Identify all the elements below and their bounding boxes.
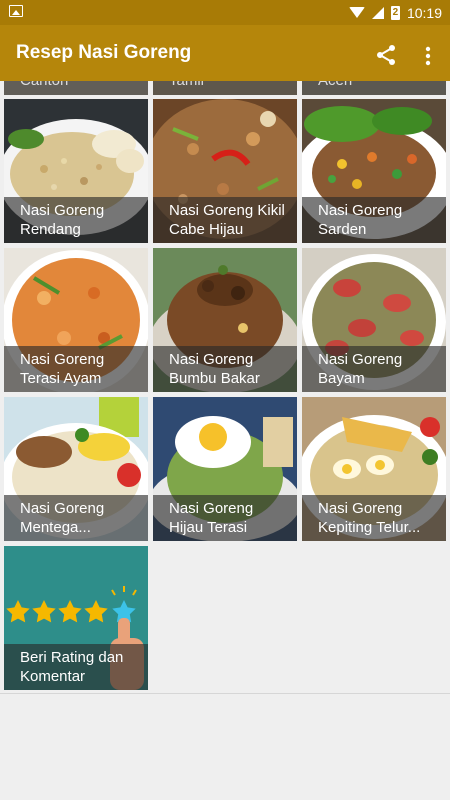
status-bar: 2 10:19 <box>0 0 450 25</box>
recipe-title: Nasi Goreng Kikil Cabe Hijau <box>169 202 285 238</box>
recipe-tile[interactable]: Nasi Goreng Sarden <box>302 99 446 243</box>
recipe-title: Nasi Goreng Bumbu Bakar <box>169 351 260 387</box>
recipe-title: Nasi Goreng Sarden <box>318 202 403 238</box>
partial-tile[interactable]: Aceh <box>302 81 446 95</box>
recipe-tile[interactable]: Nasi Goreng Mentega... <box>4 397 148 541</box>
battery-icon: 2 <box>390 5 400 20</box>
share-icon[interactable] <box>374 43 398 67</box>
recipe-title: Nasi Goreng Mentega... <box>20 500 105 536</box>
partial-tile[interactable]: Tamil <box>153 81 297 95</box>
recipe-title: Nasi Goreng Rendang <box>20 202 105 238</box>
more-options-icon[interactable] <box>418 44 438 68</box>
gallery-notification-icon <box>9 5 23 17</box>
partial-tile[interactable]: Canton <box>4 81 148 95</box>
recipe-tile[interactable]: Nasi Goreng Bayam <box>302 248 446 392</box>
recipe-tile[interactable]: Nasi Goreng Terasi Ayam <box>4 248 148 392</box>
rate-app-label: Beri Rating dan Komentar <box>20 649 124 685</box>
recipe-title: Nasi Goreng Bayam <box>318 351 403 387</box>
partial-tile-label: Tamil <box>169 81 204 89</box>
status-time: 10:19 <box>406 4 442 21</box>
app-title: Resep Nasi Goreng <box>16 42 192 63</box>
recipe-tile[interactable]: Nasi Goreng Kikil Cabe Hijau <box>153 99 297 243</box>
wifi-icon <box>348 7 365 18</box>
recipe-tile[interactable]: Nasi Goreng Rendang <box>4 99 148 243</box>
partial-tile-label: Canton <box>20 81 68 89</box>
signal-icon <box>371 6 384 19</box>
recipe-tile[interactable]: Nasi Goreng Hijau Terasi <box>153 397 297 541</box>
recipe-title: Nasi Goreng Kepiting Telur... <box>318 500 421 536</box>
recipe-title: Nasi Goreng Hijau Terasi <box>169 500 254 536</box>
recipe-tile[interactable]: Nasi Goreng Bumbu Bakar <box>153 248 297 392</box>
recipe-tile[interactable]: Nasi Goreng Kepiting Telur... <box>302 397 446 541</box>
partial-tile-label: Aceh <box>318 81 352 89</box>
rate-app-tile[interactable]: Beri Rating dan Komentar <box>4 546 148 690</box>
list-bottom-divider <box>0 693 450 694</box>
recipe-title: Nasi Goreng Terasi Ayam <box>20 351 105 387</box>
